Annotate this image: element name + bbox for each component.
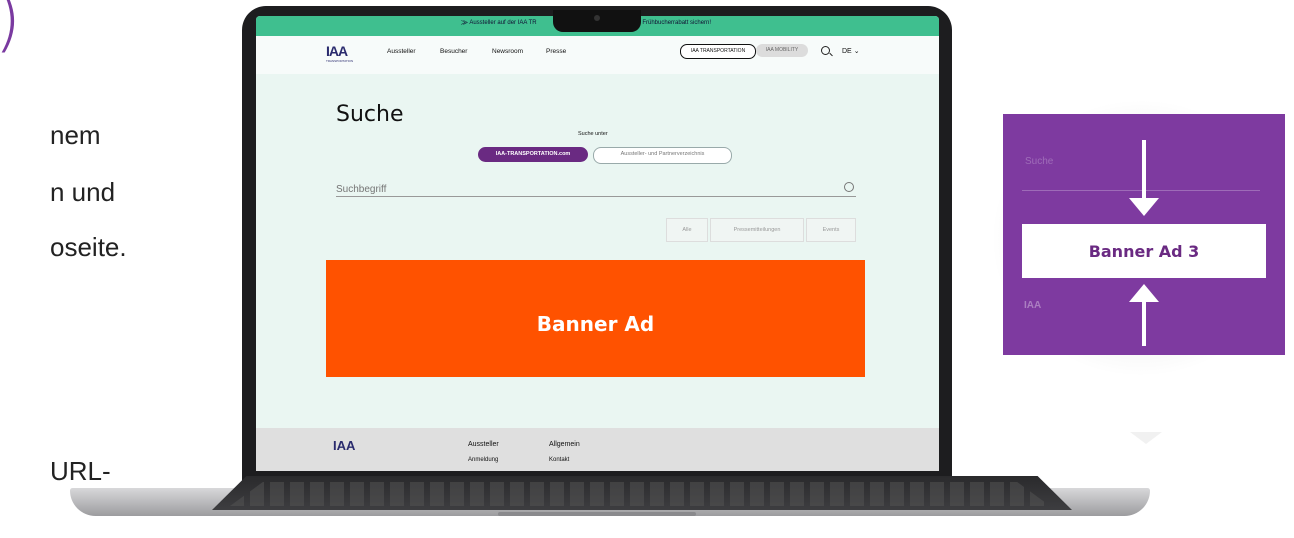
camera-icon (594, 15, 600, 21)
page-title: Suche (336, 102, 404, 127)
keyboard-keys (230, 482, 1050, 506)
nav-item-presse[interactable]: Presse (546, 48, 566, 55)
nav-item-aussteller[interactable]: Aussteller (387, 48, 416, 55)
search-submit-icon[interactable] (844, 182, 854, 192)
panel-search-line (1022, 190, 1260, 191)
faded-triangle-icon (1130, 432, 1162, 444)
arrow-down-icon (1129, 198, 1159, 216)
chevron-down-icon: ⌄ (853, 48, 860, 55)
announcement-text-end[interactable]: nd Frühbucherrabatt sichern! (634, 20, 711, 26)
footer-link-anmeldung[interactable]: Anmeldung (468, 457, 498, 463)
tab-iaa-transportation[interactable]: IAA-TRANSPORTATION.com (478, 147, 588, 162)
footer-link-kontakt[interactable]: Kontakt (549, 457, 569, 463)
nav-item-newsroom[interactable]: Newsroom (492, 48, 523, 55)
language-selector[interactable]: DE ⌄ (842, 47, 860, 55)
search-input[interactable] (336, 182, 856, 197)
camera-notch (553, 10, 641, 32)
laptop-hinge (498, 512, 696, 516)
footer-logo[interactable]: IAA (333, 438, 355, 453)
footer-heading-aussteller: Aussteller (468, 441, 499, 448)
iaa-logo[interactable]: IAA (326, 43, 348, 59)
iaa-mobility-pill[interactable]: IAA MOBILITY (756, 44, 808, 57)
slide-text-line-1: nem (50, 120, 101, 150)
announcement-text[interactable]: ⨠ Aussteller auf der IAA TR (461, 20, 537, 27)
iaa-logo-subtitle: TRANSPORTATION (326, 59, 354, 63)
filter-events[interactable]: Events (806, 218, 856, 242)
filter-pressemitteilungen[interactable]: Pressemitteilungen (710, 218, 804, 242)
footer-heading-allgemein: Allgemein (549, 441, 580, 448)
panel-logo: IAA (1024, 300, 1042, 311)
iaa-transportation-pill[interactable]: IAA TRANSPORTATION (680, 44, 756, 59)
site-footer (256, 428, 939, 471)
search-icon[interactable] (821, 46, 830, 55)
banner-ad-label: Banner Ad (536, 312, 655, 336)
arrow-up-shaft (1142, 300, 1146, 346)
laptop-screen: ⨠ Aussteller auf der IAA TR nd Frühbuche… (256, 16, 939, 471)
filter-alle[interactable]: Alle (666, 218, 708, 242)
slide-text-line-3: oseite. (50, 232, 127, 262)
decorative-parenthesis: ) (0, 0, 21, 60)
language-label: DE (842, 48, 852, 55)
panel-banner-ad-label: Banner Ad 3 (1088, 242, 1200, 261)
nav-item-besucher[interactable]: Besucher (440, 48, 467, 55)
search-scope-label: Suche unter (578, 131, 608, 137)
arrow-down-shaft (1142, 140, 1146, 200)
slide-text-line-4: URL- (50, 456, 111, 486)
panel-page-title: Suche (1025, 156, 1054, 167)
tab-aussteller-verzeichnis[interactable]: Aussteller- und Partnerverzeichnis (593, 147, 732, 164)
slide-text-line-2: n und (50, 177, 116, 207)
main-navigation (256, 36, 939, 74)
